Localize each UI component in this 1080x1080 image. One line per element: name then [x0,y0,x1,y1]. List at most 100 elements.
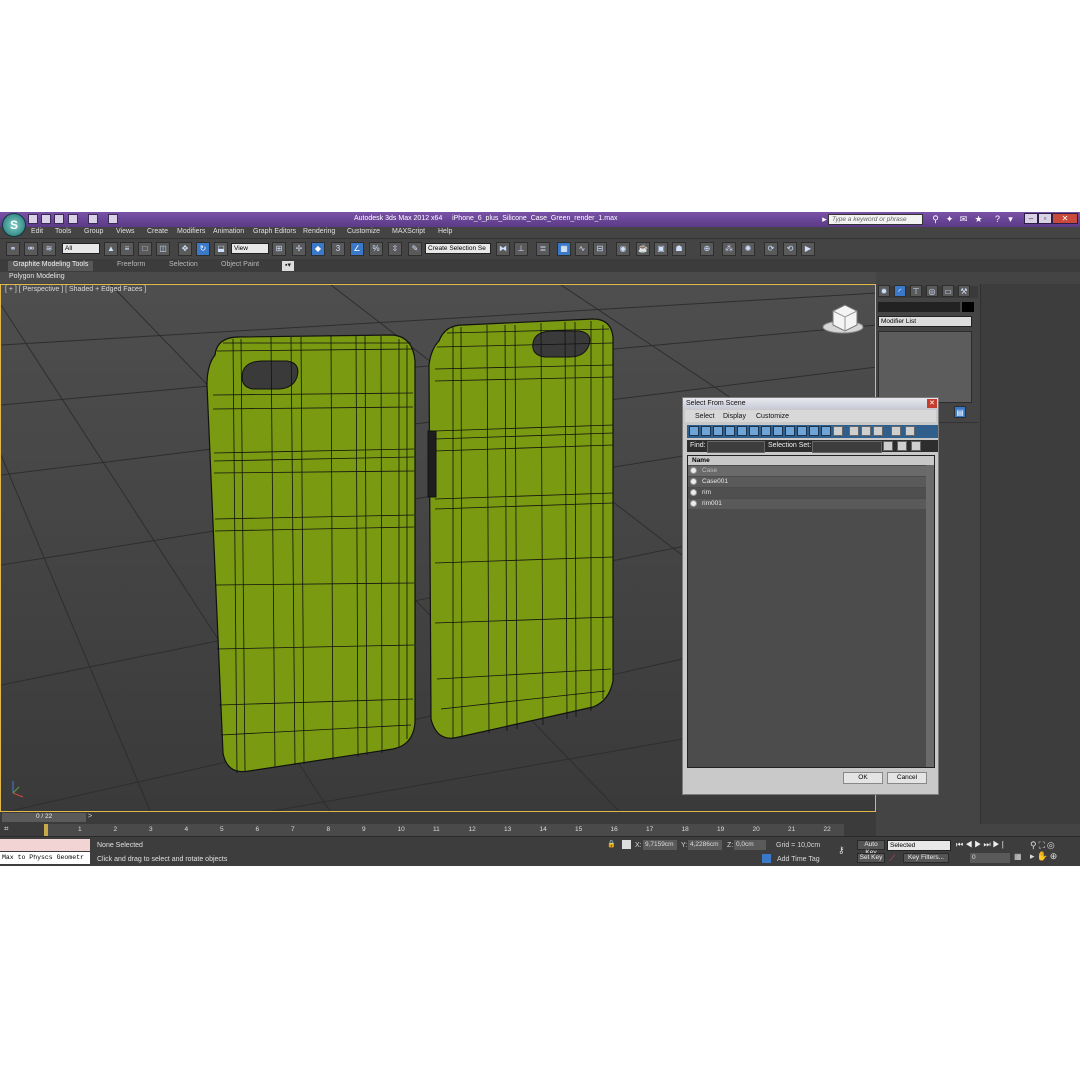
menu-tools[interactable]: Tools [55,228,71,235]
ribbon-options-icon[interactable]: ▪▾ [282,261,294,271]
menu-modifiers[interactable]: Modifiers [177,228,205,235]
viewport-navigation-icons[interactable]: ⚲⛶◎ ▸✋⊕ [1030,840,1078,864]
minimize-button[interactable]: – [1024,213,1038,224]
render-setup-icon[interactable]: ☕ [636,242,650,256]
move-icon[interactable]: ✥ [178,242,192,256]
playback-controls[interactable]: ⏮◀▶⏭▶| [956,840,1026,850]
hierarchy-tab-icon[interactable]: ⊤ [910,285,922,297]
scale-icon[interactable]: ⬓ [214,242,228,256]
tab-object-paint[interactable]: Object Paint [221,261,259,271]
select-by-name-icon[interactable]: ≡ [120,242,134,256]
spacewarps-filter-icon[interactable] [749,426,759,436]
save-file-icon[interactable] [54,214,64,224]
redo-icon[interactable] [88,214,98,224]
angle-snap-icon[interactable]: ∠ [350,242,364,256]
lock-icon[interactable]: 🔒 [607,840,616,849]
tab-freeform[interactable]: Freeform [117,261,145,271]
dialog-menu-display[interactable]: Display [723,413,746,420]
playback-sim-icon[interactable]: ▶ [801,242,815,256]
edit-named-selection-icon[interactable]: ✎ [408,242,422,256]
maxscript-listener[interactable]: Max to Physcs Geometr [0,852,90,864]
rendered-frame-icon[interactable]: ▣ [654,242,668,256]
keyboard-shortcut-icon[interactable]: ◆ [311,242,325,256]
absolute-mode-icon[interactable] [622,840,631,849]
z-coordinate-field[interactable]: 0,0cm [734,840,766,850]
slider-next-icon[interactable]: > [88,813,97,822]
massfx-icon[interactable]: ✺ [741,242,755,256]
dialog-menu-customize[interactable]: Customize [756,413,789,420]
percent-snap-icon[interactable]: % [369,242,383,256]
add-time-tag[interactable]: Add Time Tag [777,856,820,863]
add-set-icon[interactable] [883,441,893,451]
x-coordinate-field[interactable]: 9,7159cm [643,840,677,850]
containers-filter-icon[interactable] [797,426,807,436]
project-folder-icon[interactable] [108,214,118,224]
help-dropdown-icon[interactable]: ▾ [1005,214,1016,225]
dialog-close-button[interactable]: ✕ [927,399,937,408]
snaps-toggle-icon[interactable]: 3 [331,242,345,256]
close-button[interactable]: ✕ [1052,213,1078,224]
schematic-view-icon[interactable]: ⊟ [593,242,607,256]
cancel-button[interactable]: Cancel [887,772,927,784]
find-input[interactable] [707,441,765,453]
spinner-snap-icon[interactable]: ⇳ [388,242,402,256]
shapes-filter-icon[interactable] [701,426,711,436]
binoculars-icon[interactable]: ⚲ [930,214,941,225]
simulate-icon[interactable]: ⟳ [764,242,778,256]
layer-manager-icon[interactable]: ≣ [536,242,550,256]
align-icon[interactable]: ⊥ [514,242,528,256]
menu-views[interactable]: Views [116,228,135,235]
display-tab-icon[interactable]: ▭ [942,285,954,297]
curve-editor-icon[interactable]: ∿ [575,242,589,256]
y-coordinate-field[interactable]: 4,2286cm [688,840,722,850]
time-tag-icon[interactable] [762,854,771,863]
favorites-icon[interactable]: ★ [973,214,984,225]
time-slider-track[interactable]: 0 / 22 [2,813,86,822]
lights-filter-icon[interactable] [713,426,723,436]
time-config-icon[interactable]: ▦ [1014,852,1026,862]
cameras-filter-icon[interactable] [725,426,735,436]
current-frame-field[interactable]: 0 [970,853,1010,863]
object-color-swatch[interactable] [962,302,974,312]
frame-ruler[interactable]: 1 2 3 4 5 6 7 8 9 10 11 12 13 14 15 16 17 18 19 20 21 22 [44,824,844,836]
menu-create[interactable]: Create [147,228,168,235]
reference-coord-dropdown[interactable]: View [231,243,269,254]
select-invert-icon[interactable] [873,426,883,436]
object-name-field[interactable] [878,302,960,312]
subscription-icon[interactable]: ✦ [944,214,955,225]
tab-graphite-modeling[interactable]: Graphite Modeling Tools [8,261,94,271]
polygon-modeling-label[interactable]: Polygon Modeling [9,273,65,280]
maxscript-listener-top[interactable] [0,839,90,851]
open-file-icon[interactable] [41,214,51,224]
bind-spacewarp-icon[interactable]: ≋ [42,242,56,256]
menu-help[interactable]: Help [438,228,452,235]
dialog-menu-select[interactable]: Select [695,413,714,420]
window-crossing-icon[interactable]: ◫ [156,242,170,256]
select-none-icon[interactable] [861,426,871,436]
mirror-icon[interactable]: ⧓ [496,242,510,256]
maximize-button[interactable]: ▫ [1038,213,1052,224]
tab-selection[interactable]: Selection [169,261,198,271]
rect-selection-icon[interactable]: □ [138,242,152,256]
configure-modifier-sets-icon[interactable]: ▤ [954,406,966,418]
select-object-icon[interactable]: ▲ [104,242,118,256]
container-icon[interactable]: ⊕ [700,242,714,256]
ok-button[interactable]: OK [843,772,883,784]
set-keys-icon[interactable]: ⟋ [889,853,899,863]
app-logo-icon[interactable]: S [2,213,26,237]
list-item[interactable]: rim001 [688,499,926,509]
selection-filter-dropdown[interactable]: All [62,243,100,254]
menu-group[interactable]: Group [84,228,103,235]
key-filters-button[interactable]: Key Filters... [903,853,949,863]
named-selection-set-dropdown[interactable]: Create Selection Se [425,243,491,254]
selected-dropdown[interactable]: Selected [887,840,951,851]
menu-edit[interactable]: Edit [31,228,43,235]
menu-graph-editors[interactable]: Graph Editors [253,228,296,235]
graphite-toggle-icon[interactable]: ▦ [557,242,571,256]
list-item[interactable]: rim [688,488,926,498]
material-editor-icon[interactable]: ◉ [616,242,630,256]
rotate-icon[interactable]: ↻ [196,242,210,256]
column-header-name[interactable]: Name [688,456,934,465]
filter-funnel-icon[interactable] [891,426,901,436]
search-input[interactable]: Type a keyword or phrase [828,214,923,225]
